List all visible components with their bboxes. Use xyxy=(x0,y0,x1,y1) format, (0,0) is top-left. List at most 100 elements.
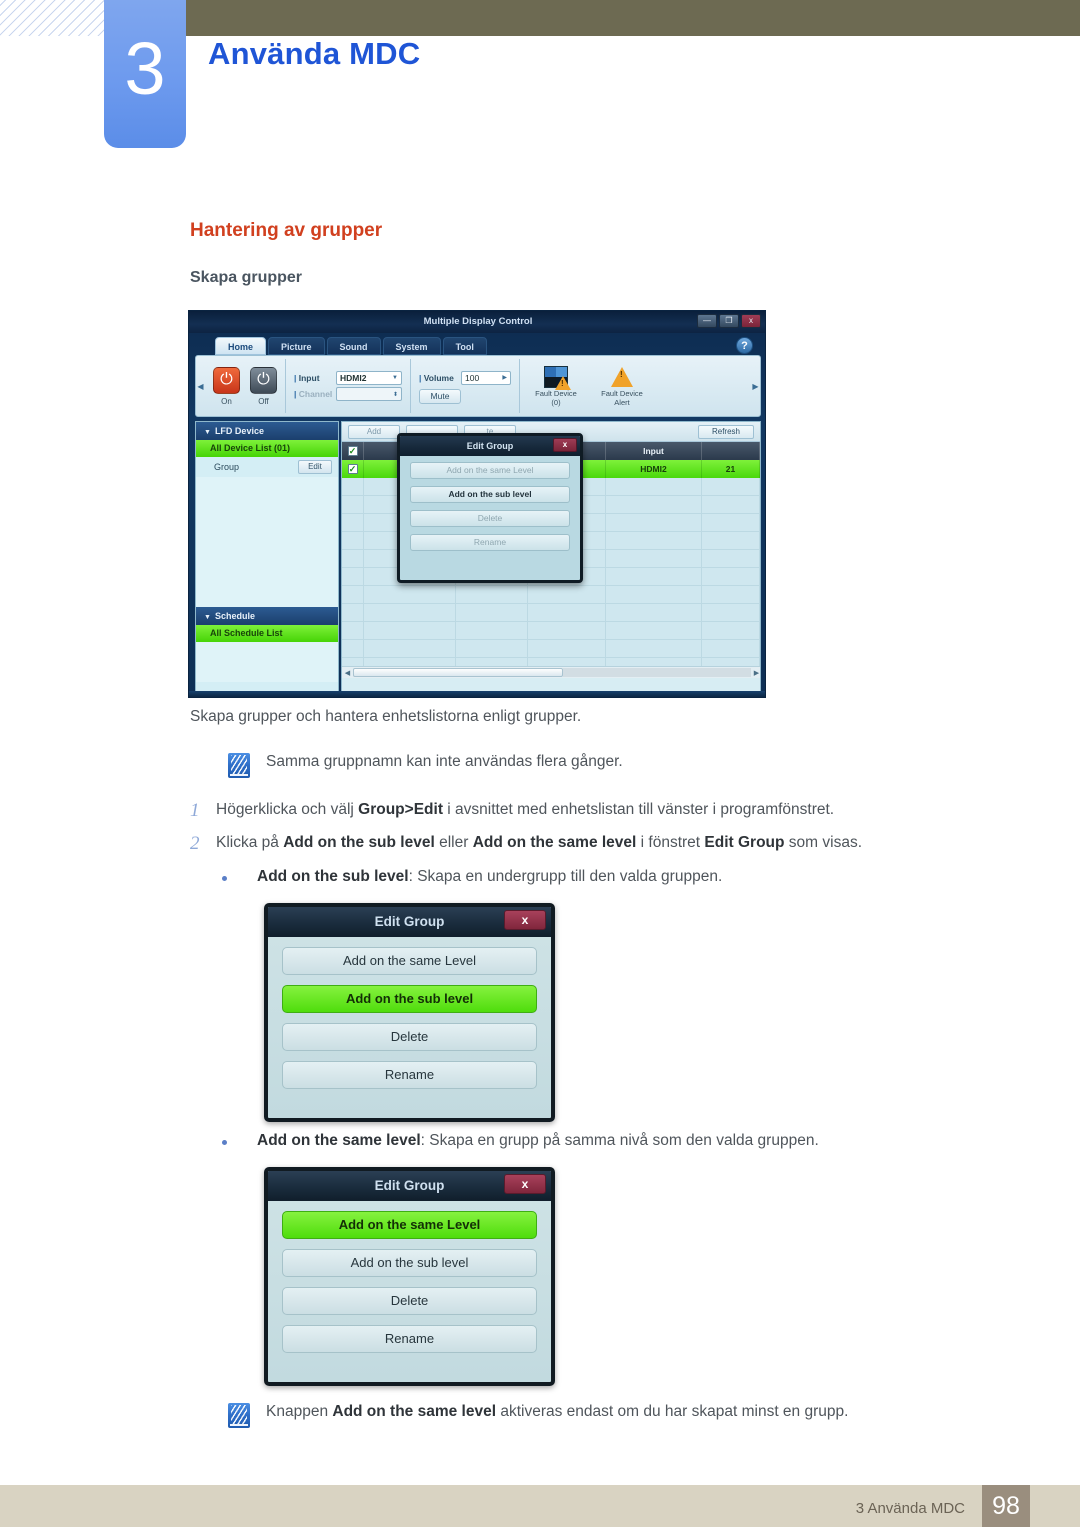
mdc-status-bar xyxy=(189,691,765,697)
power-off-control[interactable]: ⏻ Off xyxy=(250,366,277,406)
mute-button[interactable]: Mute xyxy=(419,388,461,404)
minimize-button[interactable]: — xyxy=(697,314,717,328)
mdc-window-title: Multiple Display Control xyxy=(423,316,533,327)
power-on-icon[interactable]: ⏻ xyxy=(213,366,240,394)
fault-device-count: (0) xyxy=(551,398,561,407)
tab-home[interactable]: Home xyxy=(215,337,267,355)
mdc-dialog-close-button[interactable]: x xyxy=(553,438,577,452)
maximize-button[interactable]: ❐ xyxy=(719,314,739,328)
header-col-input: Input xyxy=(606,442,702,460)
power-off-icon[interactable]: ⏻ xyxy=(250,366,277,394)
add-on-same-level-button[interactable]: Add on the same Level xyxy=(282,947,537,975)
add-on-sub-level-button[interactable]: Add on the sub level xyxy=(282,985,537,1013)
bullet-1-text: Add on the sub level: Skapa en undergrup… xyxy=(257,867,722,888)
step-1-pre: Högerklicka och välj xyxy=(216,801,359,818)
step-2-post: som visas. xyxy=(784,834,863,851)
step-2-number: 2 xyxy=(190,833,200,854)
group-label: Group xyxy=(214,462,240,472)
channel-spinner[interactable]: ⬍ xyxy=(336,387,402,401)
bullet-dot-icon xyxy=(222,1140,227,1145)
fault-device-alert-control[interactable]: Fault Device Alert xyxy=(594,364,650,407)
mdc-add-sub-level-button[interactable]: Add on the sub level xyxy=(410,486,570,503)
checkbox-icon[interactable]: ✓ xyxy=(347,464,358,474)
help-icon[interactable]: ? xyxy=(736,337,753,354)
tab-system[interactable]: System xyxy=(382,337,441,355)
step-2-mid-2: i fönstret xyxy=(636,834,705,851)
window-controls: — ❐ x xyxy=(697,314,761,328)
lfd-device-header[interactable]: ▼ LFD Device xyxy=(196,422,338,440)
device-list-empty-area xyxy=(196,477,338,607)
step-2: 2 Klicka på Add on the sub level eller A… xyxy=(190,833,980,855)
bullet-2-bold: Add on the same level xyxy=(257,1132,421,1149)
input-select[interactable]: HDMI2 ▼ xyxy=(336,371,402,385)
step-2-bold-2: Add on the same level xyxy=(472,834,637,851)
tab-sound[interactable]: Sound xyxy=(326,337,381,355)
all-device-list-item[interactable]: All Device List (01) xyxy=(196,440,338,457)
horizontal-scrollbar[interactable]: ◀ ▶ xyxy=(342,666,760,678)
edit-group-dialog-same-level: Edit Group x Add on the same Level Add o… xyxy=(264,1167,555,1386)
schedule-header[interactable]: ▼ Schedule xyxy=(196,607,338,625)
close-button[interactable]: x xyxy=(741,314,761,328)
group-row[interactable]: Group Edit xyxy=(196,457,338,477)
add-on-same-level-button[interactable]: Add on the same Level xyxy=(282,1211,537,1239)
power-on-control[interactable]: ⏻ On xyxy=(213,366,240,406)
toolbar-scroll-left-icon[interactable]: ◀ xyxy=(196,356,205,416)
all-schedule-list-item[interactable]: All Schedule List xyxy=(196,625,338,642)
mdc-toolbar: ◀ ⏻ On ⏻ Off Input HDMI2 ▼ xyxy=(195,355,761,417)
note-2-text: Knappen Add on the same level aktiveras … xyxy=(266,1402,848,1423)
dialog-title-bar: Edit Group x xyxy=(268,907,551,937)
mdc-delete-button[interactable]: Delete xyxy=(410,510,570,527)
note-2-pre: Knappen xyxy=(266,1403,333,1420)
section-subtitle: Skapa grupper xyxy=(190,269,303,286)
bullet-2-text: Add on the same level: Skapa en grupp på… xyxy=(257,1131,819,1152)
note-1: Samma gruppnamn kan inte användas flera … xyxy=(228,752,968,778)
dialog-close-button[interactable]: x xyxy=(504,1174,546,1194)
volume-field[interactable]: 100 ▶ xyxy=(461,370,511,385)
fault-device-control[interactable]: Fault Device (0) xyxy=(528,364,584,407)
delete-button[interactable]: Delete xyxy=(282,1287,537,1315)
edit-button[interactable]: Edit xyxy=(298,460,332,474)
header-select-all[interactable]: ✓ xyxy=(342,442,364,460)
mdc-rename-button[interactable]: Rename xyxy=(410,534,570,551)
volume-value: 100 xyxy=(465,372,480,383)
mdc-dialog-title-bar: Edit Group x xyxy=(400,436,580,456)
header-col-5 xyxy=(702,442,760,460)
mdc-dialog-body: Add on the same Level Add on the sub lev… xyxy=(400,456,580,564)
toolbar-scroll-right-icon[interactable]: ▶ xyxy=(751,356,760,416)
add-on-sub-level-button[interactable]: Add on the sub level xyxy=(282,1249,537,1277)
note-icon xyxy=(228,1403,250,1428)
volume-group: Volume 100 ▶ Mute xyxy=(411,359,520,413)
dialog-close-button[interactable]: x xyxy=(504,910,546,930)
collapse-triangle-icon: ▼ xyxy=(204,429,211,436)
step-1-post: i avsnittet med enhetslistan till vänste… xyxy=(442,801,835,818)
schedule-empty-area xyxy=(196,642,338,682)
row-input-cell: HDMI2 xyxy=(606,460,702,478)
mdc-add-same-level-button[interactable]: Add on the same Level xyxy=(410,462,570,479)
row-checkbox-cell[interactable]: ✓ xyxy=(342,460,364,478)
tab-tool[interactable]: Tool xyxy=(442,337,487,355)
scroll-right-icon[interactable]: ▶ xyxy=(751,669,760,677)
add-button[interactable]: Add xyxy=(348,424,400,439)
refresh-button[interactable]: Refresh xyxy=(698,424,754,439)
mdc-edit-group-dialog: Edit Group x Add on the same Level Add o… xyxy=(397,433,583,583)
dialog-title-bar: Edit Group x xyxy=(268,1171,551,1201)
rename-button[interactable]: Rename xyxy=(282,1061,537,1089)
step-2-pre: Klicka på xyxy=(216,834,284,851)
scrollbar-thumb[interactable] xyxy=(353,668,563,677)
power-on-label: On xyxy=(221,396,232,406)
input-row: Input HDMI2 ▼ xyxy=(294,371,402,385)
bullet-2-rest: : Skapa en grupp på samma nivå som den v… xyxy=(420,1132,819,1149)
scroll-left-icon[interactable]: ◀ xyxy=(342,669,353,677)
checkbox-icon[interactable]: ✓ xyxy=(347,446,358,456)
scrollbar-track[interactable] xyxy=(563,668,751,677)
tab-picture[interactable]: Picture xyxy=(268,337,325,355)
note-icon xyxy=(228,753,250,778)
warning-triangle-icon xyxy=(555,376,571,391)
note-2-post: aktiveras endast om du har skapat minst … xyxy=(496,1403,849,1420)
rename-button[interactable]: Rename xyxy=(282,1325,537,1353)
delete-button[interactable]: Delete xyxy=(282,1023,537,1051)
table-empty-row xyxy=(342,622,760,640)
power-group: ⏻ On ⏻ Off xyxy=(205,359,286,413)
fault-alert-icons xyxy=(594,364,650,390)
lfd-device-label: LFD Device xyxy=(214,426,264,436)
